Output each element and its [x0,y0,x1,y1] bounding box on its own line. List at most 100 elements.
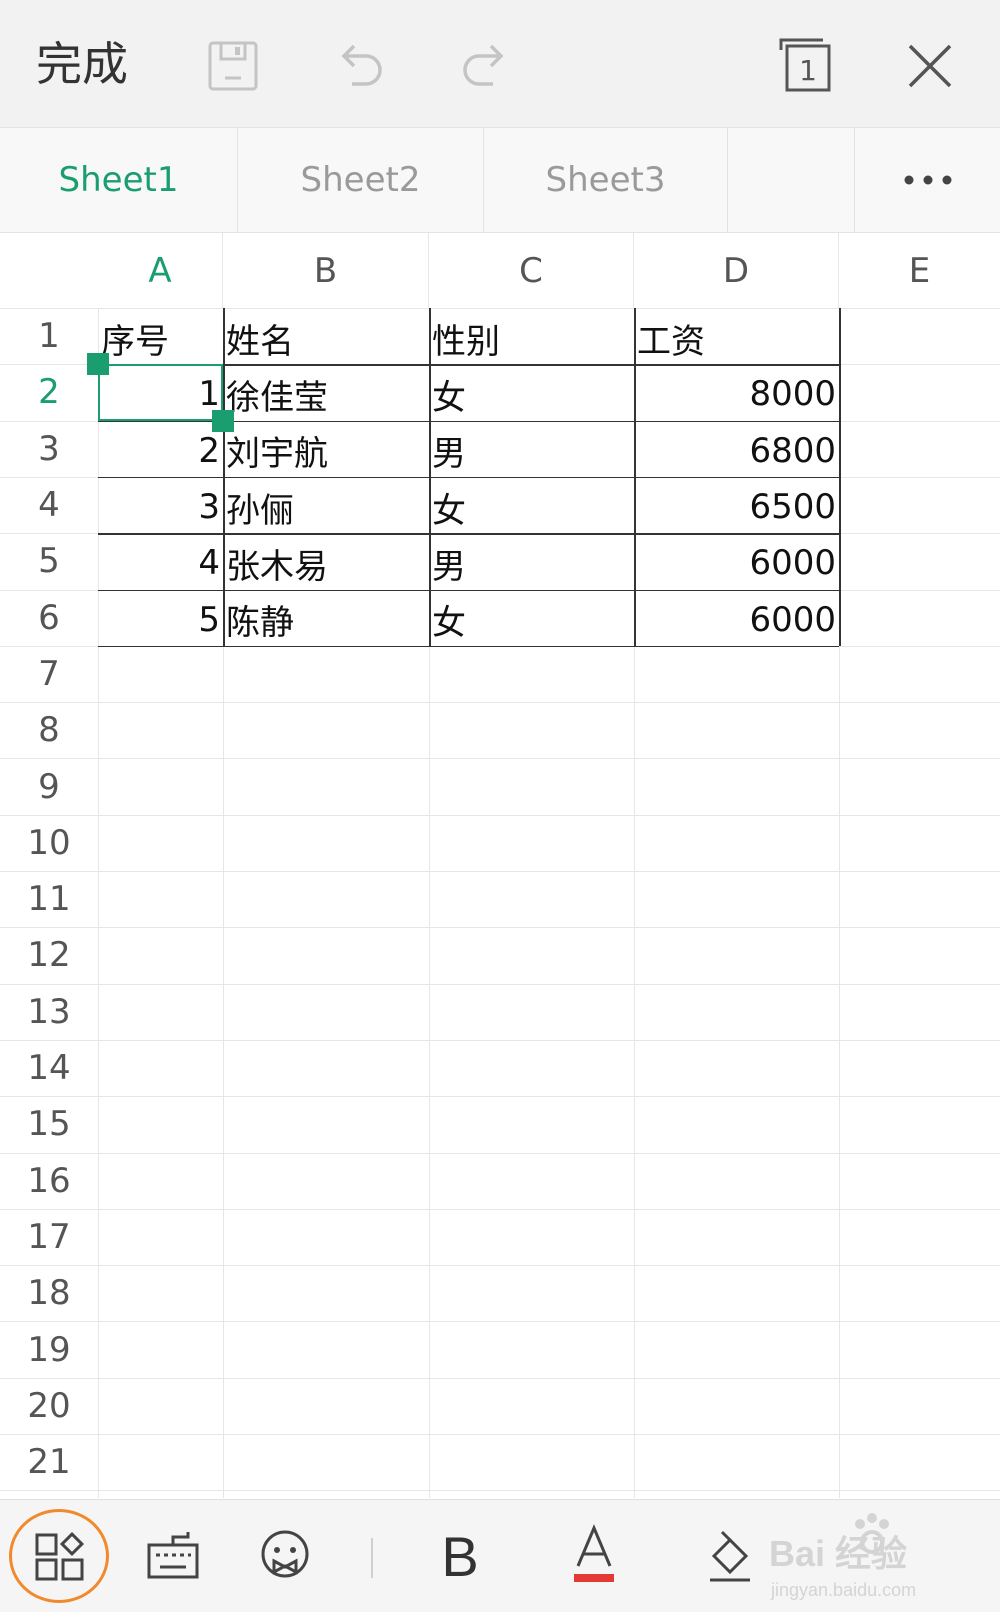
grid-line-horizontal [0,1321,1000,1323]
table-border-vertical [223,308,225,646]
selection-handle-bottom-right[interactable] [212,409,234,432]
table-border-horizontal [98,645,839,648]
column-header-d[interactable]: D [634,233,839,308]
column-header-b[interactable]: B [223,233,429,308]
row-header-20[interactable]: 20 [0,1378,98,1434]
grid-line-horizontal [0,1434,1000,1435]
watermark-url: jingyan.baidu.com [770,1580,916,1600]
fill-color-button[interactable] [688,1514,772,1598]
apps-grid-icon [35,1531,85,1581]
table-border-vertical [634,308,636,646]
keyboard-icon [147,1532,199,1579]
tools-button[interactable] [18,1514,102,1598]
selection-handle-top-left[interactable] [87,353,109,376]
keyboard-button[interactable] [131,1514,215,1598]
more-tabs-button[interactable] [855,128,1000,232]
table-cell[interactable]: 5 [98,592,223,648]
row-header-2[interactable]: 2 [0,364,98,420]
row-header-7[interactable]: 7 [0,646,98,702]
row-header-21[interactable]: 21 [0,1434,98,1490]
column-header-c[interactable]: C [429,233,634,308]
tab-empty-slot [728,128,855,232]
spreadsheet-grid[interactable]: A B C D E 1 2 3 4 5 6 7 8 9 10 11 12 13 14 15 16 17 18 19 2… [0,233,1000,1498]
table-cell[interactable]: 徐佳莹 [223,366,429,422]
table-cell[interactable]: 4 [98,535,223,591]
grid-line-horizontal [0,1039,1000,1041]
row-header-6[interactable]: 6 [0,590,98,646]
smiley-icon [261,1530,309,1578]
close-icon [908,44,952,88]
table-cell[interactable]: 男 [429,423,634,479]
save-button[interactable] [198,28,268,104]
table-cell[interactable]: 6800 [634,423,839,479]
table-cell[interactable]: 女 [429,366,634,422]
close-button[interactable] [895,28,965,104]
grid-line-horizontal [0,1377,1000,1379]
tab-sheet1[interactable]: Sheet1 [0,128,238,232]
table-cell[interactable]: 张木易 [223,535,429,591]
bold-label: B [441,1524,479,1588]
row-header-17[interactable]: 17 [0,1209,98,1265]
table-border-horizontal [98,476,839,479]
bottom-toolbar: B Bai 经验 jingyan.baidu.com [0,1499,1000,1612]
redo-button[interactable] [450,28,520,104]
table-header-cell[interactable]: 序号 [98,310,223,366]
bold-button[interactable]: B [418,1514,502,1598]
table-header-cell[interactable]: 性别 [429,310,634,366]
table-header-cell[interactable]: 姓名 [223,310,429,366]
grid-line-horizontal [0,983,1000,985]
row-header-1[interactable]: 1 [0,308,98,364]
column-header-a[interactable]: A [98,233,223,308]
selected-cell-a2[interactable] [98,364,223,421]
row-header-5[interactable]: 5 [0,533,98,589]
table-cell[interactable]: 男 [429,535,634,591]
table-border-horizontal [98,589,839,591]
table-cell[interactable]: 8000 [634,366,839,422]
top-toolbar: 完成 1 [0,0,1000,128]
table-cell[interactable]: 女 [429,479,634,535]
table-cell[interactable]: 6500 [634,479,839,535]
row-header-14[interactable]: 14 [0,1040,98,1096]
redo-icon [463,44,504,86]
tab-sheet2[interactable]: Sheet2 [238,128,484,232]
undo-button[interactable] [325,28,395,104]
table-cell[interactable]: 3 [98,479,223,535]
watermark-brand: Bai 经验 [769,1533,907,1574]
grid-line-horizontal [0,758,1000,760]
page-switch-button[interactable]: 1 [770,28,840,104]
row-header-9[interactable]: 9 [0,758,98,814]
column-header-e[interactable]: E [839,233,1000,308]
sticker-button[interactable] [243,1514,327,1598]
page-switch-icon: 1 [779,38,831,92]
done-button[interactable]: 完成 [36,36,128,92]
table-cell[interactable]: 陈静 [223,592,429,648]
table-header-cell[interactable]: 工资 [634,310,839,366]
row-header-3[interactable]: 3 [0,421,98,477]
row-header-4[interactable]: 4 [0,477,98,533]
table-border-vertical [839,308,841,646]
paint-bucket-icon [710,1530,750,1582]
grid-line-horizontal [0,702,1000,704]
table-cell[interactable]: 刘宇航 [223,423,429,479]
row-header-15[interactable]: 15 [0,1096,98,1152]
row-header-11[interactable]: 11 [0,871,98,927]
table-cell[interactable]: 孙俪 [223,479,429,535]
row-header-12[interactable]: 12 [0,927,98,983]
table-cell[interactable]: 2 [98,423,223,479]
table-cell[interactable]: 6000 [634,535,839,591]
table-border-vertical [429,308,431,646]
font-color-button[interactable] [552,1514,636,1598]
table-cell[interactable]: 6000 [634,592,839,648]
row-header-19[interactable]: 19 [0,1321,98,1377]
row-header-13[interactable]: 13 [0,984,98,1040]
table-cell[interactable]: 女 [429,592,634,648]
row-header-8[interactable]: 8 [0,702,98,758]
font-color-icon [574,1524,614,1582]
row-header-10[interactable]: 10 [0,815,98,871]
baidu-logo: Bai 经验 jingyan.baidu.com [769,1513,916,1600]
baidu-watermark: Bai 经验 jingyan.baidu.com [765,1504,1000,1608]
tab-sheet3[interactable]: Sheet3 [484,128,728,232]
undo-icon [341,44,382,86]
row-header-18[interactable]: 18 [0,1265,98,1321]
row-header-16[interactable]: 16 [0,1153,98,1209]
